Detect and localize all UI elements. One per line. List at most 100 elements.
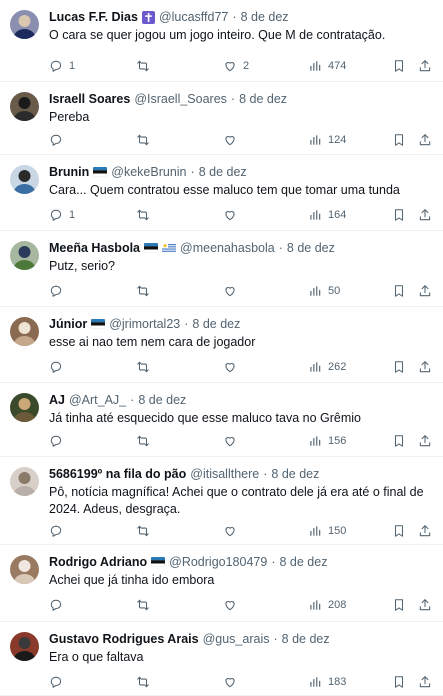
bookmark-button[interactable] (392, 207, 406, 223)
like-button[interactable] (223, 433, 243, 449)
tweet-date[interactable]: 8 de dez (192, 316, 240, 332)
reply-button[interactable] (49, 283, 69, 299)
display-name[interactable]: Israell Soares (49, 91, 130, 107)
reply-icon (49, 360, 63, 374)
like-button[interactable] (223, 359, 243, 375)
share-button[interactable] (418, 207, 432, 223)
reply-tweet[interactable]: Júnior @jrimortal23 · 8 de dez esse ai nao t… (0, 307, 443, 383)
retweet-button[interactable] (136, 58, 156, 74)
views-button[interactable]: 474 (308, 58, 346, 74)
views-button[interactable]: 208 (308, 597, 346, 613)
like-button[interactable] (223, 132, 243, 148)
like-button[interactable] (223, 597, 243, 613)
reply-button[interactable] (49, 433, 69, 449)
tweet-date[interactable]: 8 de dez (239, 91, 287, 107)
user-handle[interactable]: @gus_arais (203, 631, 270, 647)
display-name[interactable]: Gustavo Rodrigues Arais (49, 631, 199, 647)
display-name[interactable]: Júnior (49, 316, 87, 332)
display-name[interactable]: AJ (49, 392, 65, 408)
bookmark-button[interactable] (392, 433, 406, 449)
reply-tweet[interactable]: AJ @Art_AJ_ · 8 de dez Já tinha até esquecid… (0, 383, 443, 457)
avatar[interactable] (10, 555, 39, 584)
reply-tweet[interactable]: Meeña Hasbola @meenahasbola · 8 de dez Putz,… (0, 231, 443, 307)
tweet-date[interactable]: 8 de dez (287, 240, 335, 256)
reply-tweet[interactable]: Lucas F.F. Dias @lucasffd77 · 8 de dez O car… (0, 0, 443, 82)
reply-button[interactable] (49, 597, 69, 613)
reply-button[interactable] (49, 359, 69, 375)
bookmark-button[interactable] (392, 597, 406, 613)
bookmark-button[interactable] (392, 283, 406, 299)
reply-button[interactable]: 1 (49, 207, 75, 223)
tweet-date[interactable]: 8 de dez (282, 631, 330, 647)
bookmark-button[interactable] (392, 132, 406, 148)
tweet-date[interactable]: 8 de dez (241, 9, 289, 25)
views-button[interactable]: 50 (308, 283, 340, 299)
like-button[interactable] (223, 674, 243, 690)
user-handle[interactable]: @Rodrigo180479 (169, 554, 267, 570)
display-name[interactable]: Meeña Hasbola (49, 240, 140, 256)
user-handle[interactable]: @itisallthere (190, 466, 259, 482)
reply-tweet[interactable]: Israell Soares @Israell_Soares · 8 de dez Pe… (0, 82, 443, 155)
reply-button[interactable]: 1 (49, 58, 75, 74)
user-handle[interactable]: @Art_AJ_ (69, 392, 126, 408)
reply-tweet[interactable]: Gustavo Rodrigues Arais @gus_arais · 8 de d… (0, 622, 443, 696)
avatar[interactable] (10, 317, 39, 346)
reply-tweet[interactable]: Rodrigo Adriano @Rodrigo180479 · 8 de dez Ac… (0, 545, 443, 622)
views-button[interactable]: 262 (308, 359, 346, 375)
reply-button[interactable] (49, 523, 69, 539)
share-button[interactable] (418, 58, 432, 74)
display-name[interactable]: 5686199º na fila do pão (49, 466, 186, 482)
share-button[interactable] (418, 523, 432, 539)
share-button[interactable] (418, 674, 432, 690)
tweet-date[interactable]: 8 de dez (280, 554, 328, 570)
user-handle[interactable]: @jrimortal23 (109, 316, 180, 332)
bookmark-button[interactable] (392, 58, 406, 74)
display-name[interactable]: Brunin (49, 164, 89, 180)
reply-tweet[interactable]: 5686199º na fila do pão @itisallthere · 8 d… (0, 457, 443, 545)
retweet-button[interactable] (136, 674, 156, 690)
avatar[interactable] (10, 92, 39, 121)
user-handle[interactable]: @kekeBrunin (111, 164, 186, 180)
reply-button[interactable] (49, 132, 69, 148)
reply-tweet[interactable]: Brunin @kekeBrunin · 8 de dez Cara... Quem c… (0, 155, 443, 231)
share-button[interactable] (418, 597, 432, 613)
retweet-button[interactable] (136, 359, 156, 375)
share-button[interactable] (418, 359, 432, 375)
retweet-button[interactable] (136, 132, 156, 148)
tweet-date[interactable]: 8 de dez (138, 392, 186, 408)
avatar[interactable] (10, 467, 39, 496)
avatar[interactable] (10, 632, 39, 661)
display-name[interactable]: Lucas F.F. Dias (49, 9, 138, 25)
like-button[interactable] (223, 283, 243, 299)
user-handle[interactable]: @meenahasbola (180, 240, 275, 256)
retweet-button[interactable] (136, 283, 156, 299)
like-button[interactable]: 2 (223, 58, 249, 74)
share-button[interactable] (418, 283, 432, 299)
avatar[interactable] (10, 241, 39, 270)
views-button[interactable]: 124 (308, 132, 346, 148)
share-button[interactable] (418, 132, 432, 148)
bookmark-button[interactable] (392, 674, 406, 690)
retweet-button[interactable] (136, 207, 156, 223)
views-button[interactable]: 156 (308, 433, 346, 449)
avatar[interactable] (10, 10, 39, 39)
bookmark-button[interactable] (392, 523, 406, 539)
like-button[interactable] (223, 207, 243, 223)
avatar[interactable] (10, 165, 39, 194)
bookmark-button[interactable] (392, 359, 406, 375)
views-button[interactable]: 150 (308, 523, 346, 539)
user-handle[interactable]: @lucasffd77 (159, 9, 228, 25)
views-button[interactable]: 183 (308, 674, 346, 690)
retweet-button[interactable] (136, 523, 156, 539)
display-name[interactable]: Rodrigo Adriano (49, 554, 147, 570)
retweet-button[interactable] (136, 433, 156, 449)
tweet-date[interactable]: 8 de dez (271, 466, 319, 482)
share-button[interactable] (418, 433, 432, 449)
avatar[interactable] (10, 393, 39, 422)
reply-button[interactable] (49, 674, 69, 690)
retweet-button[interactable] (136, 597, 156, 613)
tweet-date[interactable]: 8 de dez (199, 164, 247, 180)
user-handle[interactable]: @Israell_Soares (134, 91, 227, 107)
views-button[interactable]: 164 (308, 207, 346, 223)
like-button[interactable] (223, 523, 243, 539)
